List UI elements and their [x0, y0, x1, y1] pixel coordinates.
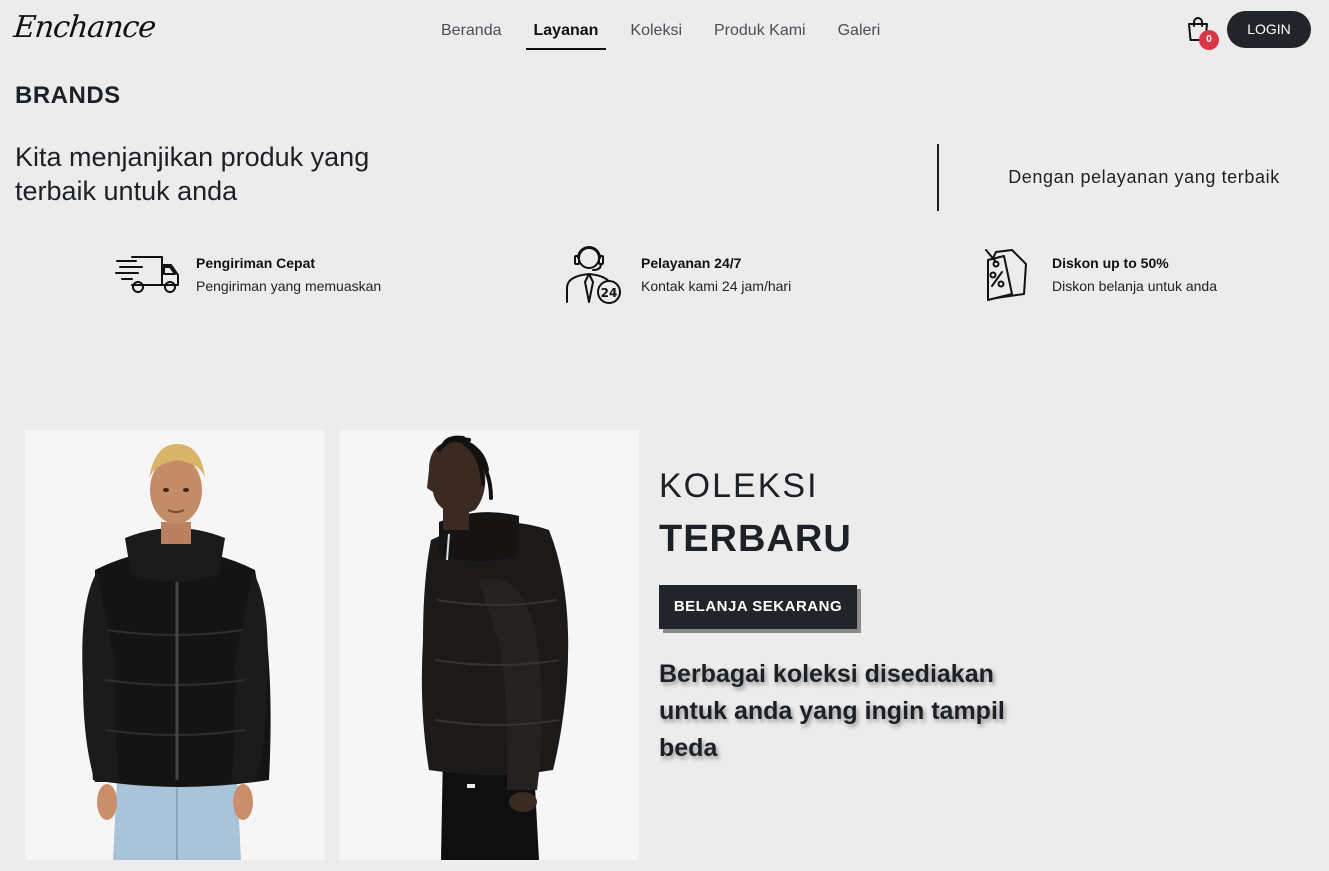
- model-front-illustration: [82, 444, 271, 860]
- feature-description: Diskon belanja untuk anda: [1052, 277, 1218, 294]
- feature-description: Kontak kami 24 jam/hari: [641, 277, 792, 294]
- model-side-illustration: [421, 435, 569, 860]
- login-button[interactable]: LOGIN: [1227, 11, 1311, 48]
- feature-fast-delivery: Pengiriman Cepat Pengiriman yang memuask…: [114, 240, 381, 308]
- nav-item-produk-kami[interactable]: Produk Kami: [698, 0, 822, 62]
- collection-heading-light: KOLEKSI: [659, 467, 819, 505]
- feature-description: Pengiriman yang memuaskan: [196, 277, 382, 294]
- discount-tag-icon: [970, 240, 1038, 308]
- vertical-divider: [937, 144, 939, 211]
- brands-heading: BRANDS: [15, 82, 121, 109]
- feature-title: Diskon up to 50%: [1052, 254, 1169, 271]
- nav-item-layanan[interactable]: Layanan: [518, 0, 615, 62]
- cart-count-badge: 0: [1199, 30, 1219, 50]
- service-note: Dengan pelayanan yang terbaik: [994, 144, 1294, 210]
- promise-text: Kita menjanjikan produk yang terbaik unt…: [15, 142, 370, 206]
- main-nav: Beranda Layanan Koleksi Produk Kami Gale…: [425, 0, 896, 62]
- feature-discount: Diskon up to 50% Diskon belanja untuk an…: [970, 240, 1217, 308]
- nav-item-galeri[interactable]: Galeri: [822, 0, 897, 62]
- collection-heading-bold: TERBARU: [659, 518, 852, 560]
- feature-title: Pengiriman Cepat: [196, 254, 316, 271]
- svg-text:24: 24: [601, 286, 618, 300]
- navbar: Enchance Beranda Layanan Koleksi Produk …: [0, 0, 1329, 62]
- product-image-front[interactable]: [25, 430, 325, 860]
- brand-logo[interactable]: Enchance: [12, 10, 157, 45]
- delivery-truck-icon: [114, 240, 182, 308]
- nav-item-koleksi[interactable]: Koleksi: [614, 0, 698, 62]
- feature-24-7-service: 24 Pelayanan 24/7 Kontak kami 24 jam/har…: [559, 240, 791, 308]
- product-image-side[interactable]: [339, 430, 639, 860]
- customer-service-24-icon: 24: [559, 240, 627, 308]
- feature-title: Pelayanan 24/7: [641, 254, 742, 271]
- shop-now-button[interactable]: BELANJA SEKARANG: [659, 585, 857, 629]
- cart-button[interactable]: 0: [1186, 16, 1219, 50]
- nav-item-beranda[interactable]: Beranda: [425, 0, 518, 62]
- collection-tagline: Berbagai koleksi disediakan untuk anda y…: [659, 660, 1005, 762]
